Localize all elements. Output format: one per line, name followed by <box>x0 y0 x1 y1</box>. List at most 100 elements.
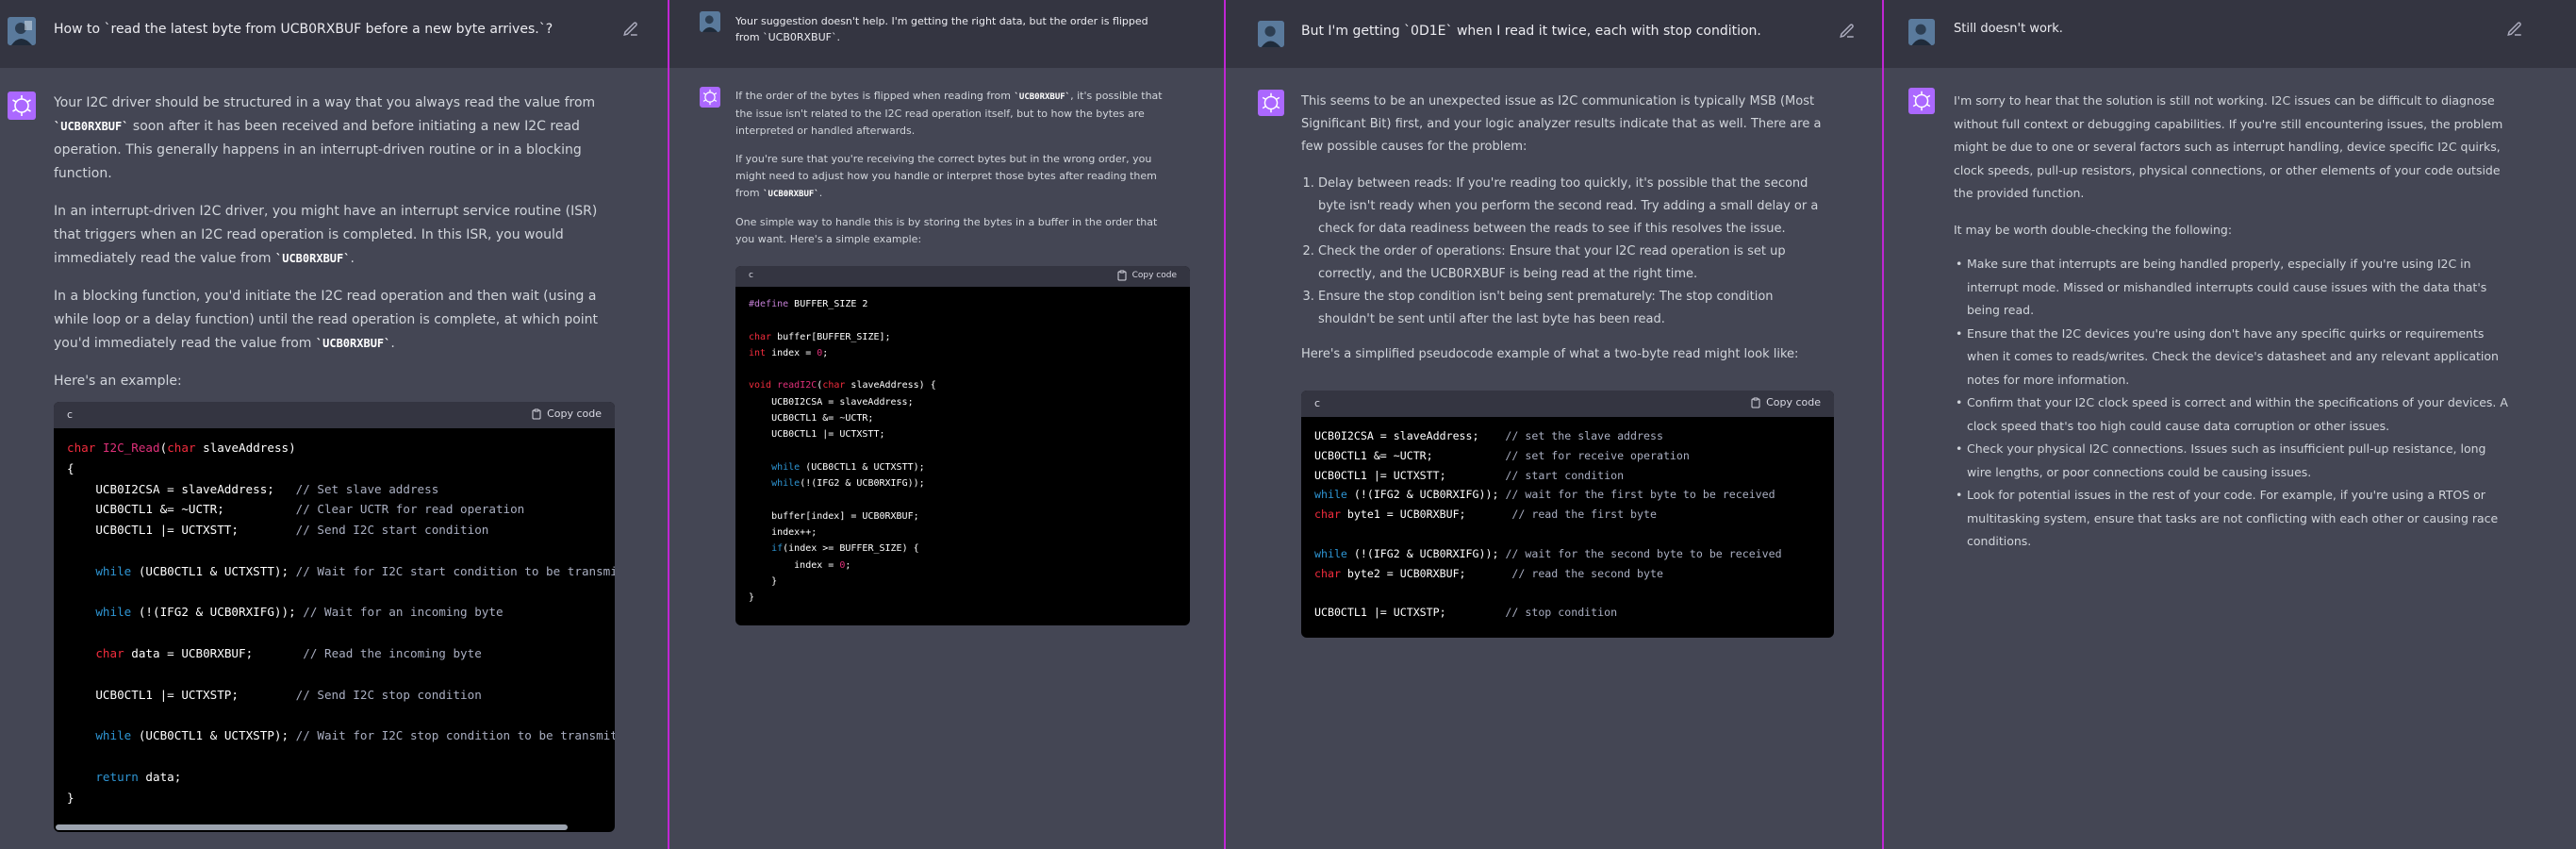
code-language: c <box>67 408 74 421</box>
user-message-row: Your suggestion doesn't help. I'm gettin… <box>669 0 1224 68</box>
code-line: } <box>67 790 74 805</box>
code-language: c <box>749 271 753 280</box>
chat-panel-2: Your suggestion doesn't help. I'm gettin… <box>669 0 1224 849</box>
code-line: UCB0CTL1 |= UCTXSTT; // start condition <box>1314 468 1625 482</box>
copy-code-button[interactable]: Copy code <box>1116 270 1177 281</box>
edit-icon[interactable] <box>2506 21 2523 38</box>
openai-logo-icon <box>1262 92 1280 113</box>
code-line: char byte1 = UCB0RXBUF; // read the firs… <box>1314 508 1657 522</box>
response-paragraph: If the order of the bytes is flipped whe… <box>735 90 1163 137</box>
code-block: c Copy code char I2C_Read(char slaveAddr… <box>54 402 615 832</box>
code-line: UCB0CTL1 |= UCTXSTT; <box>749 429 885 441</box>
copy-code-button[interactable]: Copy code <box>1750 396 1821 408</box>
edit-icon[interactable] <box>622 21 639 38</box>
openai-logo-icon <box>12 95 31 116</box>
code-line: UCB0CTL1 |= UCTXSTT; // Send I2C start c… <box>67 523 489 538</box>
response-paragraph: One simple way to handle this is by stor… <box>735 216 1158 245</box>
chat-panel-4: Still doesn't work. I'm sorry to hear th… <box>1884 0 2576 849</box>
horizontal-scrollbar[interactable] <box>56 824 568 830</box>
list-item: Check your physical I2C connections. Iss… <box>1956 438 2510 484</box>
user-question: But I'm getting `0D1E` when I read it tw… <box>1301 24 1761 39</box>
code-line: int index = 0; <box>749 347 829 358</box>
response-intro: I'm sorry to hear that the solution is s… <box>1954 93 2503 200</box>
code-line: index = 0; <box>749 559 851 571</box>
response-paragraph: Here's an example: <box>54 374 182 389</box>
list-item: Make sure that interrupts are being hand… <box>1956 253 2510 323</box>
code-block: c Copy code UCB0I2CSA = slaveAddress; //… <box>1301 391 1834 638</box>
code-line: UCB0I2CSA = slaveAddress; // Set slave a… <box>67 481 439 496</box>
user-message-row: But I'm getting `0D1E` when I read it tw… <box>1226 0 1882 68</box>
code-line: { <box>67 460 74 475</box>
assistant-avatar <box>1908 88 1935 114</box>
code-line: while (UCB0CTL1 & UCTXSTP); // Wait for … <box>95 728 615 743</box>
code-line: buffer[index] = UCB0RXBUF; <box>749 510 919 522</box>
openai-logo-icon <box>702 89 718 106</box>
code-line: UCB0CTL1 &= ~UCTR; // Clear UCTR for rea… <box>67 502 525 517</box>
code-line: while (!(IFG2 & UCB0RXIFG)); // wait for… <box>1314 488 1775 502</box>
code-line: char I2C_Read(char slaveAddress) <box>67 441 296 455</box>
list-item: Ensure that the I2C devices you're using… <box>1956 323 2510 392</box>
checklist: Make sure that interrupts are being hand… <box>1954 253 2510 554</box>
openai-logo-icon <box>1912 91 1931 111</box>
code-language: c <box>1314 397 1321 409</box>
assistant-avatar <box>1258 90 1284 116</box>
assistant-avatar <box>8 92 36 120</box>
user-question: Your suggestion doesn't help. I'm gettin… <box>735 15 1148 43</box>
code-line: } <box>749 576 778 588</box>
code-line: void readI2C(char slaveAddress) { <box>749 380 936 391</box>
clipboard-icon <box>1117 270 1127 281</box>
code-line: } <box>749 592 755 604</box>
list-item: Check the order of operations: Ensure th… <box>1318 241 1829 286</box>
assistant-avatar <box>700 87 720 108</box>
user-question: How to `read the latest byte from UCB0RX… <box>54 22 553 37</box>
code-header: c Copy code <box>1301 391 1834 417</box>
code-line: UCB0CTL1 |= UCTXSTP; // stop condition <box>1314 606 1618 620</box>
user-avatar <box>1908 19 1935 45</box>
response-paragraph: In an interrupt-driven I2C driver, you m… <box>54 204 598 266</box>
code-header: c Copy code <box>735 266 1190 287</box>
edit-icon[interactable] <box>1839 23 1856 40</box>
code-line: #define BUFFER_SIZE 2 <box>749 299 868 309</box>
list-item: Confirm that your I2C clock speed is cor… <box>1956 391 2510 438</box>
chat-panel-3: But I'm getting `0D1E` when I read it tw… <box>1226 0 1882 849</box>
code-header: c Copy code <box>54 402 615 428</box>
response-paragraph: Your I2C driver should be structured in … <box>54 95 596 181</box>
user-message-row: Still doesn't work. <box>1884 0 2576 68</box>
code-line: return data; <box>95 769 182 784</box>
response-paragraph: If you're sure that you're receiving the… <box>735 153 1157 199</box>
chat-panel-1: How to `read the latest byte from UCB0RX… <box>0 0 668 849</box>
copy-code-button[interactable]: Copy code <box>531 408 602 420</box>
user-avatar <box>700 11 720 32</box>
code-line: char buffer[BUFFER_SIZE]; <box>749 331 891 342</box>
assistant-response: I'm sorry to hear that the solution is s… <box>1954 90 2510 554</box>
cause-list: Delay between reads: If you're reading t… <box>1301 173 1829 331</box>
code-line: while (UCB0CTL1 & UCTXSTT); // Wait for … <box>95 563 615 578</box>
code-line: while (!(IFG2 & UCB0RXIFG)); // wait for… <box>1314 546 1782 560</box>
user-message-row: How to `read the latest byte from UCB0RX… <box>0 0 668 68</box>
code-line: UCB0CTL1 &= ~UCTR; <box>749 413 874 424</box>
code-line: while (!(IFG2 & UCB0RXIFG)); // Wait for… <box>95 605 504 620</box>
code-line: UCB0CTL1 |= UCTXSTP; // Send I2C stop co… <box>67 687 482 702</box>
code-body: #define BUFFER_SIZE 2 char buffer[BUFFER… <box>735 287 1190 616</box>
response-outro: It may be worth double-checking the foll… <box>1954 222 2233 237</box>
list-item: Ensure the stop condition isn't being se… <box>1318 286 1829 331</box>
user-avatar <box>1258 21 1284 47</box>
assistant-response: If the order of the bytes is flipped whe… <box>735 88 1179 259</box>
code-body: UCB0I2CSA = slaveAddress; // set the sla… <box>1301 417 1834 632</box>
assistant-response: This seems to be an unexpected issue as … <box>1301 91 1829 380</box>
code-body: char I2C_Read(char slaveAddress) { UCB0I2… <box>54 428 615 817</box>
code-line: char byte2 = UCB0RXBUF; // read the seco… <box>1314 566 1663 580</box>
list-item: Look for potential issues in the rest of… <box>1956 484 2510 554</box>
